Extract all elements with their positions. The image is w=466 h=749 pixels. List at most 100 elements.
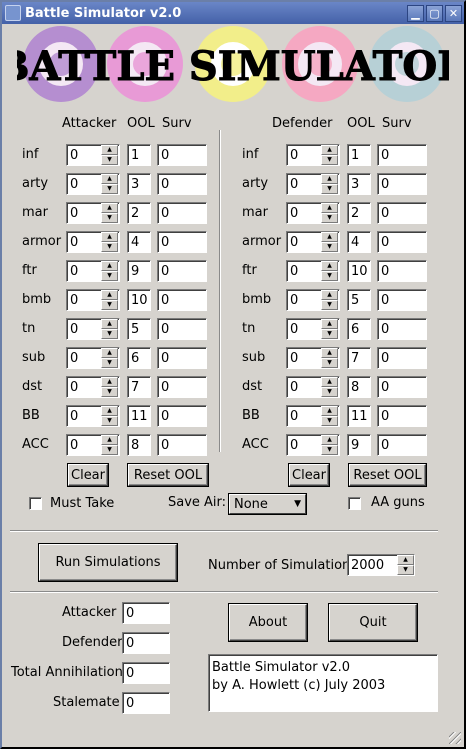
spin-down-icon[interactable]: ▼ xyxy=(101,155,118,165)
defender-ool-field[interactable] xyxy=(347,405,371,427)
spin-down-icon[interactable]: ▼ xyxy=(321,155,338,165)
attacker-surv-field[interactable] xyxy=(157,434,207,456)
spin-down-icon[interactable]: ▼ xyxy=(321,271,338,281)
spin-down-icon[interactable]: ▼ xyxy=(321,416,338,426)
defender-clear-button[interactable]: Clear xyxy=(289,464,329,486)
defender-ool-field[interactable] xyxy=(347,289,371,311)
defender-surv-field[interactable] xyxy=(377,289,427,311)
spin-up-icon[interactable]: ▲ xyxy=(321,232,338,242)
attacker-ool-field[interactable] xyxy=(127,405,151,427)
num-simulations-input[interactable] xyxy=(348,555,397,575)
defender-count-input[interactable] xyxy=(287,145,321,165)
spin-up-icon[interactable]: ▲ xyxy=(101,174,118,184)
defender-count-spinner[interactable]: ▲▼ xyxy=(286,318,340,340)
spin-down-icon[interactable]: ▼ xyxy=(321,213,338,223)
spin-down-icon[interactable]: ▼ xyxy=(101,242,118,252)
resize-grip[interactable] xyxy=(449,732,461,744)
defender-count-input[interactable] xyxy=(287,261,321,281)
defender-surv-field[interactable] xyxy=(377,173,427,195)
spin-down-icon[interactable]: ▼ xyxy=(397,565,414,575)
attacker-count-input[interactable] xyxy=(67,261,101,281)
attacker-surv-field[interactable] xyxy=(157,318,207,340)
spin-up-icon[interactable]: ▲ xyxy=(321,145,338,155)
defender-count-spinner[interactable]: ▲▼ xyxy=(286,260,340,282)
attacker-surv-field[interactable] xyxy=(157,260,207,282)
attacker-count-input[interactable] xyxy=(67,377,101,397)
spin-down-icon[interactable]: ▼ xyxy=(321,184,338,194)
spin-up-icon[interactable]: ▲ xyxy=(101,435,118,445)
result-defender-field[interactable] xyxy=(122,632,170,654)
attacker-count-spinner[interactable]: ▲▼ xyxy=(66,376,120,398)
spin-up-icon[interactable]: ▲ xyxy=(321,290,338,300)
attacker-count-spinner[interactable]: ▲▼ xyxy=(66,202,120,224)
attacker-surv-field[interactable] xyxy=(157,173,207,195)
defender-count-input[interactable] xyxy=(287,435,321,455)
defender-count-spinner[interactable]: ▲▼ xyxy=(286,202,340,224)
spin-down-icon[interactable]: ▼ xyxy=(101,358,118,368)
defender-surv-field[interactable] xyxy=(377,202,427,224)
aa-guns-checkbox[interactable] xyxy=(348,497,361,510)
spin-up-icon[interactable]: ▲ xyxy=(321,319,338,329)
spin-up-icon[interactable]: ▲ xyxy=(321,203,338,213)
spin-down-icon[interactable]: ▼ xyxy=(321,445,338,455)
spin-down-icon[interactable]: ▼ xyxy=(321,242,338,252)
defender-count-input[interactable] xyxy=(287,174,321,194)
info-text-area[interactable]: Battle Simulator v2.0 by A. Howlett (c) … xyxy=(208,654,438,712)
defender-count-input[interactable] xyxy=(287,377,321,397)
defender-count-spinner[interactable]: ▲▼ xyxy=(286,144,340,166)
attacker-count-input[interactable] xyxy=(67,174,101,194)
must-take-checkbox[interactable] xyxy=(29,497,42,510)
attacker-ool-field[interactable] xyxy=(127,434,151,456)
minimize-button[interactable]: ▁ xyxy=(407,4,424,22)
defender-ool-field[interactable] xyxy=(347,144,371,166)
defender-ool-field[interactable] xyxy=(347,376,371,398)
attacker-count-input[interactable] xyxy=(67,232,101,252)
defender-surv-field[interactable] xyxy=(377,376,427,398)
attacker-count-input[interactable] xyxy=(67,406,101,426)
attacker-count-input[interactable] xyxy=(67,145,101,165)
attacker-reset-ool-button[interactable]: Reset OOL xyxy=(128,464,208,486)
result-annihilation-field[interactable] xyxy=(122,662,170,684)
spin-down-icon[interactable]: ▼ xyxy=(101,271,118,281)
about-button[interactable]: About xyxy=(229,604,307,641)
defender-count-input[interactable] xyxy=(287,348,321,368)
defender-count-input[interactable] xyxy=(287,290,321,310)
spin-up-icon[interactable]: ▲ xyxy=(397,555,414,565)
defender-count-spinner[interactable]: ▲▼ xyxy=(286,434,340,456)
spin-down-icon[interactable]: ▼ xyxy=(101,387,118,397)
attacker-ool-field[interactable] xyxy=(127,347,151,369)
spin-down-icon[interactable]: ▼ xyxy=(101,300,118,310)
defender-ool-field[interactable] xyxy=(347,260,371,282)
attacker-count-input[interactable] xyxy=(67,319,101,339)
num-simulations-spinner[interactable]: ▲ ▼ xyxy=(347,554,415,576)
attacker-ool-field[interactable] xyxy=(127,144,151,166)
spin-up-icon[interactable]: ▲ xyxy=(101,348,118,358)
defender-ool-field[interactable] xyxy=(347,318,371,340)
spin-up-icon[interactable]: ▲ xyxy=(101,261,118,271)
defender-surv-field[interactable] xyxy=(377,318,427,340)
spin-up-icon[interactable]: ▲ xyxy=(321,348,338,358)
spin-up-icon[interactable]: ▲ xyxy=(321,174,338,184)
attacker-surv-field[interactable] xyxy=(157,144,207,166)
spin-up-icon[interactable]: ▲ xyxy=(321,377,338,387)
result-attacker-field[interactable] xyxy=(122,602,170,624)
spin-down-icon[interactable]: ▼ xyxy=(101,329,118,339)
attacker-count-spinner[interactable]: ▲▼ xyxy=(66,173,120,195)
attacker-ool-field[interactable] xyxy=(127,260,151,282)
spin-down-icon[interactable]: ▼ xyxy=(101,416,118,426)
attacker-count-input[interactable] xyxy=(67,348,101,368)
attacker-surv-field[interactable] xyxy=(157,202,207,224)
defender-ool-field[interactable] xyxy=(347,434,371,456)
defender-surv-field[interactable] xyxy=(377,347,427,369)
defender-surv-field[interactable] xyxy=(377,434,427,456)
spin-down-icon[interactable]: ▼ xyxy=(321,387,338,397)
spin-up-icon[interactable]: ▲ xyxy=(101,377,118,387)
spin-up-icon[interactable]: ▲ xyxy=(101,290,118,300)
defender-ool-field[interactable] xyxy=(347,231,371,253)
defender-count-spinner[interactable]: ▲▼ xyxy=(286,289,340,311)
quit-button[interactable]: Quit xyxy=(329,604,417,641)
attacker-surv-field[interactable] xyxy=(157,231,207,253)
close-button[interactable]: ✕ xyxy=(445,4,462,22)
attacker-ool-field[interactable] xyxy=(127,202,151,224)
attacker-count-spinner[interactable]: ▲▼ xyxy=(66,144,120,166)
